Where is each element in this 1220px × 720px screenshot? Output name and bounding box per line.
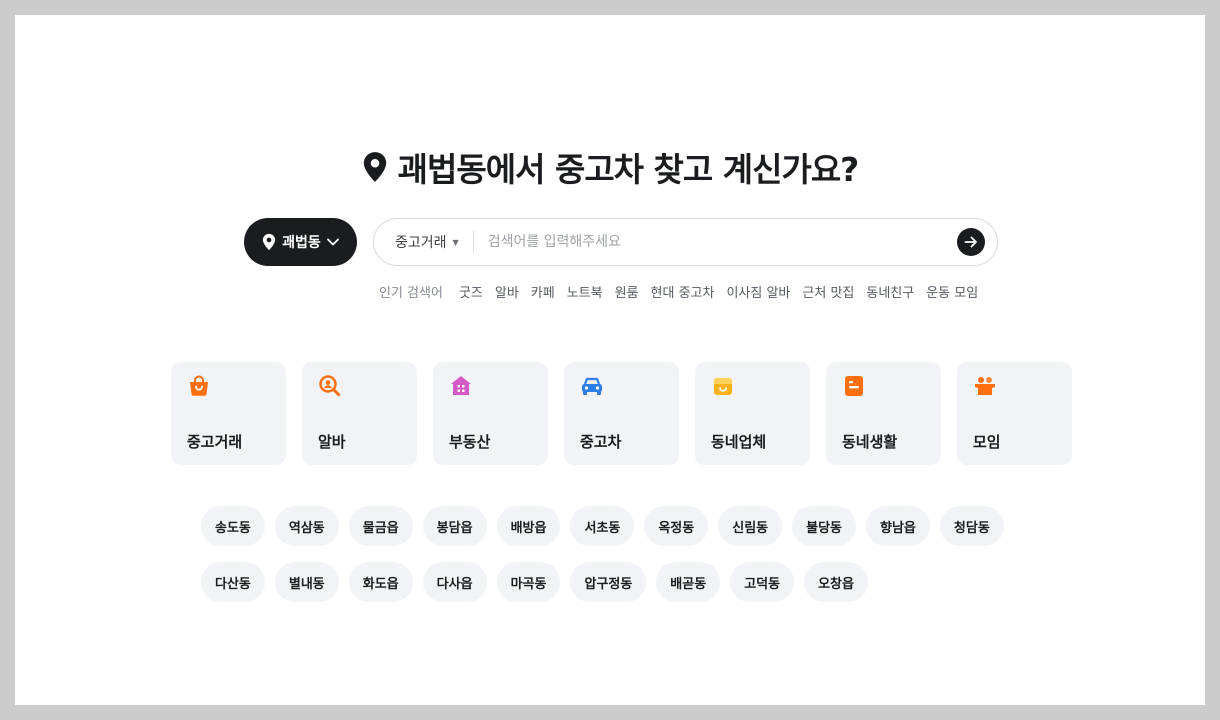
magnifier-person-icon	[319, 375, 340, 396]
popular-searches-label: 인기 검색어	[379, 285, 443, 301]
popular-keyword[interactable]: 운동 모임	[926, 282, 978, 301]
neighborhood-chip[interactable]: 오창읍	[804, 562, 868, 602]
popular-keyword[interactable]: 카페	[531, 282, 555, 301]
neighborhood-chip[interactable]: 역삼동	[274, 506, 339, 546]
neighborhood-chip[interactable]: 고덕동	[730, 562, 795, 602]
shopping-bag-icon	[190, 375, 208, 396]
caret-down-icon: ▼	[452, 237, 459, 247]
neighborhood-chip[interactable]: 압구정동	[570, 562, 647, 602]
popular-keyword[interactable]: 현대 중고차	[651, 282, 715, 301]
popular-keyword[interactable]: 이사짐 알바	[726, 282, 790, 301]
category-label: 모임	[973, 433, 1001, 451]
location-label: 괘법동	[282, 235, 321, 251]
neighborhood-chip[interactable]: 신림동	[718, 506, 783, 546]
neighborhood-chip[interactable]: 화도읍	[348, 562, 413, 602]
neighborhood-chip[interactable]: 봉담읍	[422, 506, 487, 546]
search-bar: 중고거래 ▼	[373, 218, 998, 266]
category-card-used-cars[interactable]: 중고차	[564, 362, 679, 465]
arrow-right-icon	[964, 236, 977, 248]
neighborhood-chip[interactable]: 별내동	[274, 562, 339, 602]
popular-keyword[interactable]: 원룸	[615, 282, 639, 301]
location-selector-button[interactable]: 괘법동	[244, 218, 357, 266]
neighborhood-chip[interactable]: 송도동	[201, 506, 265, 546]
page: 괘법동에서 중고차 찾고 계신가요? 괘법동 중고거래 ▼ 인기 검색어 굿즈 …	[15, 15, 1205, 705]
neighborhood-chip[interactable]: 물금읍	[348, 506, 413, 546]
category-card-local-business[interactable]: 동네업체	[695, 362, 810, 465]
document-icon	[845, 376, 863, 396]
category-label: 부동산	[449, 433, 491, 451]
popular-keyword[interactable]: 노트북	[567, 282, 603, 301]
category-card-groups[interactable]: 모임	[957, 362, 1072, 465]
neighborhood-list: 송도동 역삼동 물금읍 봉담읍 배방읍 서초동 옥정동 신림동 불당동 향남읍 …	[201, 506, 1031, 602]
popular-keyword[interactable]: 알바	[495, 282, 519, 301]
location-pin-icon	[263, 233, 276, 251]
store-icon	[714, 378, 732, 395]
category-grid: 중고거래 알바 부동산 중고차 동네업체 동네생활 모임	[171, 362, 1072, 465]
search-category-select[interactable]: 중고거래 ▼	[395, 231, 474, 253]
neighborhood-chip[interactable]: 향남읍	[866, 506, 930, 546]
neighborhood-chip[interactable]: 청담동	[939, 506, 1004, 546]
neighborhood-chip[interactable]: 마곡동	[496, 562, 561, 602]
category-card-community[interactable]: 동네생활	[826, 362, 941, 465]
car-icon	[582, 377, 602, 395]
search-input[interactable]	[485, 221, 957, 263]
neighborhood-chip[interactable]: 다산동	[201, 562, 265, 602]
popular-keyword[interactable]: 굿즈	[459, 282, 483, 301]
neighborhood-chip[interactable]: 배곧동	[656, 562, 721, 602]
neighborhood-chip[interactable]: 다사읍	[422, 562, 487, 602]
group-icon	[975, 377, 995, 395]
category-label: 동네생활	[842, 433, 898, 451]
neighborhood-chip[interactable]: 서초동	[570, 506, 635, 546]
popular-searches: 인기 검색어 굿즈 알바 카페 노트북 원룸 현대 중고차 이사짐 알바 근처 …	[379, 282, 999, 301]
headline-text: 괘법동에서 중고차 찾고 계신가요?	[397, 150, 860, 190]
search-submit-button[interactable]	[957, 228, 985, 256]
category-label: 중고차	[580, 433, 622, 451]
house-icon	[451, 376, 471, 395]
popular-keyword[interactable]: 동네친구	[866, 282, 914, 301]
location-pin-icon	[363, 152, 386, 183]
chevron-down-icon	[326, 238, 339, 246]
category-card-real-estate[interactable]: 부동산	[433, 362, 548, 465]
neighborhood-chip[interactable]: 배방읍	[496, 506, 561, 546]
category-label: 중고거래	[187, 433, 243, 451]
category-card-used-goods[interactable]: 중고거래	[171, 362, 286, 465]
page-title: 괘법동에서 중고차 찾고 계신가요?	[15, 143, 1205, 191]
category-label: 동네업체	[711, 433, 767, 451]
popular-keyword[interactable]: 근처 맛집	[802, 282, 854, 301]
category-label: 알바	[318, 433, 346, 451]
neighborhood-chip[interactable]: 옥정동	[644, 506, 709, 546]
search-category-label: 중고거래	[395, 235, 447, 251]
category-card-jobs[interactable]: 알바	[302, 362, 417, 465]
neighborhood-chip[interactable]: 불당동	[792, 506, 857, 546]
